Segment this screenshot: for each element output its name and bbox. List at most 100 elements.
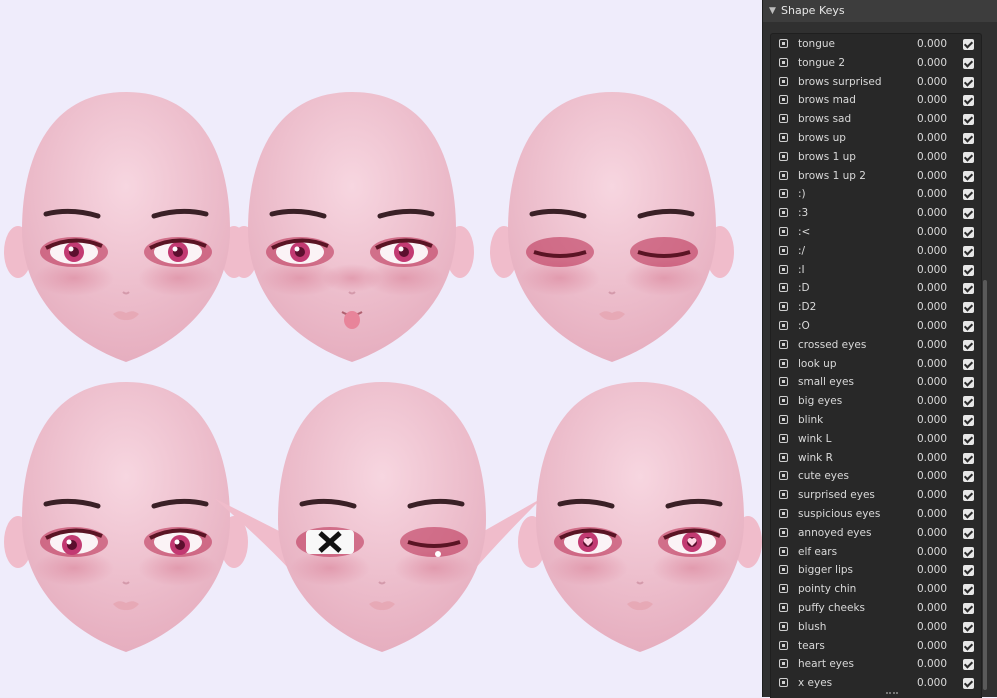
shape-key-enabled-checkbox[interactable] (963, 584, 974, 596)
shape-key-enabled-checkbox[interactable] (963, 133, 974, 144)
shape-key-row[interactable]: :3 0.000 (771, 204, 981, 223)
list-scrollbar[interactable] (983, 280, 987, 690)
shape-key-row[interactable]: :/ 0.000 (771, 242, 981, 261)
shape-key-row[interactable]: crossed eyes 0.000 (771, 336, 981, 355)
shape-key-name[interactable]: brows up (798, 129, 846, 148)
shape-key-value[interactable]: 0.000 (911, 637, 947, 656)
shape-key-name[interactable]: :) (798, 185, 806, 204)
shape-key-value[interactable]: 0.000 (911, 674, 947, 693)
shape-key-row[interactable]: elf ears 0.000 (771, 543, 981, 562)
shape-key-name[interactable]: :3 (798, 204, 808, 223)
shape-key-value[interactable]: 0.000 (911, 449, 947, 468)
shape-key-enabled-checkbox[interactable] (963, 302, 974, 314)
shape-key-enabled-checkbox[interactable] (963, 39, 974, 50)
shape-key-enabled-checkbox[interactable] (963, 415, 974, 426)
shape-key-name[interactable]: :< (798, 223, 810, 242)
shape-key-enabled-checkbox[interactable] (963, 527, 974, 539)
shape-key-value[interactable]: 0.000 (911, 486, 947, 505)
shape-key-value[interactable]: 0.000 (911, 279, 947, 298)
shape-key-row[interactable]: :< 0.000 (771, 223, 981, 242)
shape-key-row[interactable]: small eyes 0.000 (771, 373, 981, 392)
shape-key-name[interactable]: crossed eyes (798, 336, 866, 355)
shape-key-value[interactable]: 0.000 (911, 185, 947, 204)
shape-key-enabled-checkbox[interactable] (963, 114, 974, 126)
shape-key-name[interactable]: annoyed eyes (798, 524, 871, 543)
shape-key-enabled-checkbox[interactable] (963, 565, 974, 577)
shape-key-enabled-checkbox[interactable] (963, 283, 974, 295)
shape-key-enabled-checkbox[interactable] (963, 76, 974, 88)
shape-key-enabled-checkbox[interactable] (963, 377, 974, 389)
shape-key-value[interactable]: 0.000 (911, 543, 947, 562)
shape-key-row[interactable]: :D2 0.000 (771, 298, 981, 317)
shape-key-value[interactable]: 0.000 (911, 35, 947, 54)
shape-key-enabled-checkbox[interactable] (963, 151, 974, 163)
shape-key-enabled-checkbox[interactable] (963, 189, 974, 201)
shape-key-value[interactable]: 0.000 (911, 110, 947, 129)
shape-key-row[interactable]: puffy cheeks 0.000 (771, 599, 981, 618)
shape-key-name[interactable]: wink L (798, 430, 831, 449)
shape-key-name[interactable]: brows mad (798, 91, 856, 110)
shape-key-value[interactable]: 0.000 (911, 336, 947, 355)
shape-key-row[interactable]: brows surprised 0.000 (771, 73, 981, 92)
shape-key-value[interactable]: 0.000 (911, 223, 947, 242)
shape-key-row[interactable]: brows 1 up 0.000 (771, 148, 981, 167)
shape-key-row[interactable]: suspicious eyes 0.000 (771, 505, 981, 524)
shape-key-enabled-checkbox[interactable] (963, 95, 974, 107)
shape-key-enabled-checkbox[interactable] (963, 678, 974, 690)
shape-key-value[interactable]: 0.000 (911, 392, 947, 411)
shape-key-name[interactable]: cute eyes (798, 467, 849, 486)
shape-key-row[interactable]: surprised eyes 0.000 (771, 486, 981, 505)
shape-key-name[interactable]: tears (798, 637, 825, 656)
shape-key-enabled-checkbox[interactable] (963, 321, 974, 332)
shape-keys-header[interactable]: ▼ Shape Keys (763, 0, 997, 22)
shape-key-value[interactable]: 0.000 (911, 599, 947, 618)
shape-key-value[interactable]: 0.000 (911, 298, 947, 317)
shape-key-name[interactable]: :D2 (798, 298, 816, 317)
shape-key-name[interactable]: surprised eyes (798, 486, 875, 505)
shape-key-row[interactable]: big eyes 0.000 (771, 392, 981, 411)
shape-key-value[interactable]: 0.000 (911, 505, 947, 524)
list-resize-grip[interactable] (886, 692, 898, 696)
shape-key-value[interactable]: 0.000 (911, 524, 947, 543)
shape-key-row[interactable]: cute eyes 0.000 (771, 467, 981, 486)
shape-keys-list[interactable]: tongue 0.000 tongue 2 0.000 brows surprised 0… (770, 33, 982, 698)
shape-key-name[interactable]: pointy chin (798, 580, 856, 599)
shape-key-row[interactable]: heart eyes 0.000 (771, 655, 981, 674)
shape-key-name[interactable]: look up (798, 355, 837, 374)
shape-key-name[interactable]: small eyes (798, 373, 854, 392)
shape-key-enabled-checkbox[interactable] (963, 396, 974, 408)
shape-key-value[interactable]: 0.000 (911, 580, 947, 599)
shape-key-name[interactable]: tongue 2 (798, 54, 845, 73)
shape-key-row[interactable]: brows 1 up 2 0.000 (771, 167, 981, 186)
shape-key-enabled-checkbox[interactable] (963, 490, 974, 502)
shape-key-name[interactable]: :O (798, 317, 810, 336)
shape-key-row[interactable]: tears 0.000 (771, 637, 981, 656)
shape-key-name[interactable]: blink (798, 411, 823, 430)
shape-key-name[interactable]: x eyes (798, 674, 832, 693)
shape-key-name[interactable]: brows sad (798, 110, 851, 129)
shape-key-row[interactable]: x eyes 0.000 (771, 674, 981, 693)
shape-key-row[interactable]: look up 0.000 (771, 355, 981, 374)
shape-key-row[interactable]: blush 0.000 (771, 618, 981, 637)
shape-key-value[interactable]: 0.000 (911, 467, 947, 486)
shape-key-enabled-checkbox[interactable] (963, 433, 974, 445)
shape-key-name[interactable]: puffy cheeks (798, 599, 865, 618)
shape-key-value[interactable]: 0.000 (911, 242, 947, 261)
shape-key-name[interactable]: brows surprised (798, 73, 882, 92)
shape-key-enabled-checkbox[interactable] (963, 621, 974, 633)
shape-key-row[interactable]: :I 0.000 (771, 261, 981, 280)
shape-key-row[interactable]: :) 0.000 (771, 185, 981, 204)
shape-key-row[interactable]: tongue 2 0.000 (771, 54, 981, 73)
shape-key-value[interactable]: 0.000 (911, 373, 947, 392)
shape-key-value[interactable]: 0.000 (911, 411, 947, 430)
shape-key-enabled-checkbox[interactable] (963, 640, 974, 652)
shape-key-enabled-checkbox[interactable] (963, 264, 974, 276)
shape-key-enabled-checkbox[interactable] (963, 358, 974, 370)
shape-key-value[interactable]: 0.000 (911, 148, 947, 167)
shape-key-name[interactable]: big eyes (798, 392, 842, 411)
shape-key-name[interactable]: blush (798, 618, 826, 637)
shape-key-value[interactable]: 0.000 (911, 73, 947, 92)
shape-key-name[interactable]: heart eyes (798, 655, 854, 674)
shape-key-enabled-checkbox[interactable] (963, 170, 974, 182)
shape-key-enabled-checkbox[interactable] (963, 471, 974, 483)
